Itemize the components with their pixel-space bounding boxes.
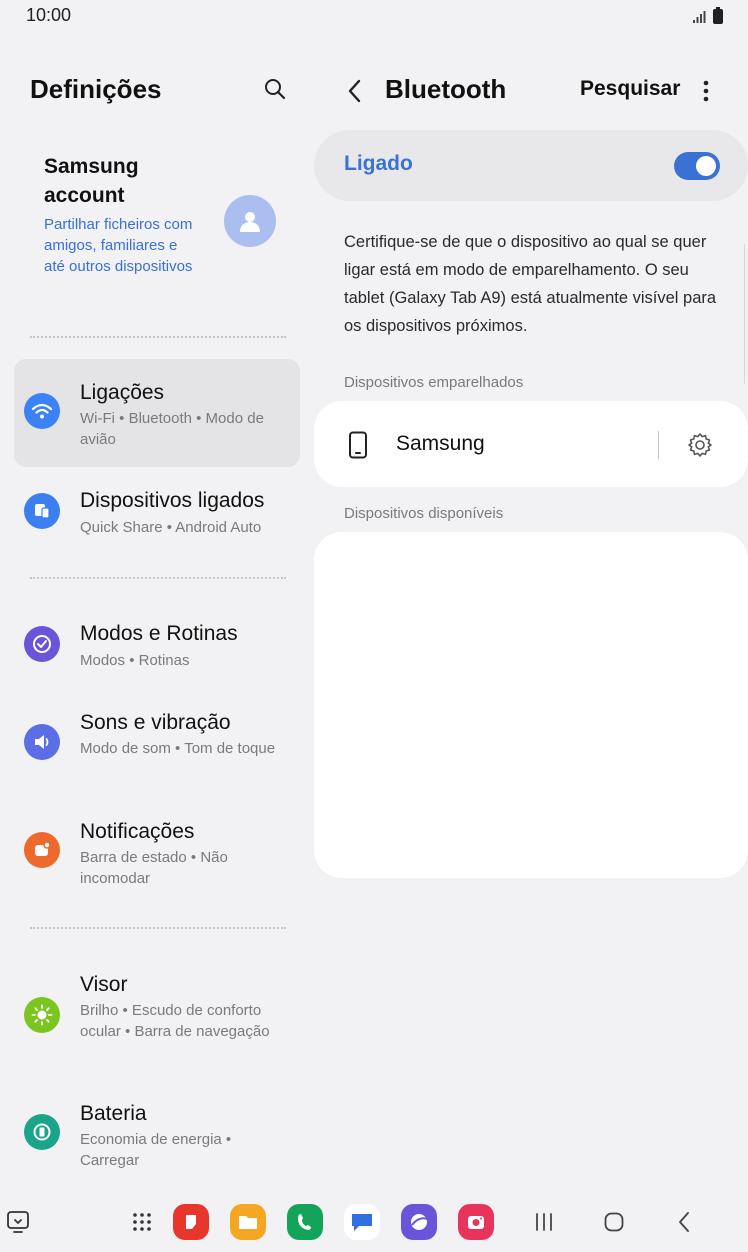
bluetooth-toggle-row[interactable]: Ligado bbox=[314, 130, 748, 201]
account-subtitle: Partilhar ficheiros com amigos, familiar… bbox=[44, 216, 193, 275]
menu-item-title: Dispositivos ligados bbox=[80, 489, 265, 512]
settings-title: Definições bbox=[30, 74, 162, 104]
camera-app-icon[interactable] bbox=[458, 1204, 494, 1240]
back-button[interactable] bbox=[340, 76, 368, 106]
toggle-label: Ligado bbox=[344, 152, 413, 175]
more-options-button[interactable] bbox=[694, 76, 718, 106]
gear-icon bbox=[688, 433, 712, 457]
internet-app-icon[interactable] bbox=[401, 1204, 437, 1240]
notification-icon bbox=[24, 832, 60, 868]
menu-item-bateria[interactable]: Bateria Economia de energia • Carregar bbox=[14, 1090, 300, 1180]
phone-icon bbox=[348, 431, 368, 464]
samsung-account[interactable]: Samsung account Partilhar ficheiros com … bbox=[44, 152, 294, 302]
search-devices-button[interactable]: Pesquisar bbox=[580, 77, 680, 101]
divider bbox=[30, 577, 286, 579]
menu-item-subtitle: Barra de estado • Não incomodar bbox=[80, 849, 228, 887]
check-circle-icon bbox=[24, 626, 60, 662]
menu-item-title: Visor bbox=[80, 973, 128, 996]
bluetooth-switch[interactable] bbox=[674, 152, 720, 180]
menu-item-subtitle: Modos • Rotinas bbox=[80, 652, 190, 669]
menu-item-title: Bateria bbox=[80, 1102, 147, 1125]
messages-app-icon[interactable] bbox=[344, 1204, 380, 1240]
recent-apps-panel-button[interactable] bbox=[0, 1204, 36, 1240]
taskbar bbox=[0, 1196, 748, 1252]
recents-nav-button[interactable] bbox=[526, 1204, 562, 1240]
device-row[interactable]: Samsung bbox=[314, 401, 748, 487]
menu-item-notificacoes[interactable]: Notificações Barra de estado • Não incom… bbox=[14, 808, 300, 908]
battery-icon bbox=[24, 1114, 60, 1150]
apps-grid-icon bbox=[133, 1213, 151, 1231]
person-icon bbox=[240, 212, 260, 232]
status-icons bbox=[692, 7, 724, 24]
paired-devices-label: Dispositivos emparelhados bbox=[344, 374, 524, 391]
available-devices-card bbox=[314, 532, 748, 878]
menu-item-subtitle: Wi-Fi • Bluetooth • Modo de avião bbox=[80, 410, 264, 448]
menu-item-title: Sons e vibração bbox=[80, 711, 231, 734]
available-devices-label: Dispositivos disponíveis bbox=[344, 505, 504, 522]
back-nav-button[interactable] bbox=[666, 1204, 702, 1240]
speaker-icon bbox=[24, 724, 60, 760]
status-bar: 10:00 bbox=[0, 0, 748, 32]
app-drawer-button[interactable] bbox=[124, 1204, 160, 1240]
chevron-left-icon bbox=[348, 79, 361, 103]
menu-item-ligacoes[interactable]: Ligações Wi-Fi • Bluetooth • Modo de avi… bbox=[14, 359, 300, 467]
back-icon bbox=[679, 1212, 689, 1232]
taskbar-toggle-icon bbox=[7, 1211, 29, 1233]
menu-item-sons-vibracao[interactable]: Sons e vibração Modo de som • Tom de toq… bbox=[14, 700, 300, 800]
bluetooth-description: Certifique-se de que o dispositivo ao qu… bbox=[344, 233, 717, 335]
divider bbox=[30, 927, 286, 929]
search-icon bbox=[265, 79, 286, 100]
paired-devices-card: Samsung bbox=[314, 401, 748, 487]
menu-item-title: Ligações bbox=[80, 381, 165, 404]
phone-app-icon[interactable] bbox=[287, 1204, 323, 1240]
avatar bbox=[224, 195, 276, 247]
menu-item-modos-rotinas[interactable]: Modos e Rotinas Modos • Rotinas bbox=[14, 612, 300, 692]
menu-item-dispositivos-ligados[interactable]: Dispositivos ligados Quick Share • Andro… bbox=[14, 480, 300, 560]
account-title: Samsung account bbox=[44, 155, 139, 207]
menu-item-subtitle: Modo de som • Tom de toque bbox=[80, 740, 276, 757]
menu-item-subtitle: Brilho • Escudo de conforto ocular • Bar… bbox=[80, 1002, 270, 1040]
my-files-app-icon[interactable] bbox=[230, 1204, 266, 1240]
devices-icon bbox=[24, 493, 60, 529]
scrollbar[interactable] bbox=[744, 244, 748, 384]
device-settings-button[interactable] bbox=[686, 431, 714, 459]
menu-item-subtitle: Economia de energia • Carregar bbox=[80, 1131, 232, 1169]
sun-icon bbox=[24, 997, 60, 1033]
page-title: Bluetooth bbox=[385, 74, 507, 104]
recents-icon bbox=[536, 1213, 552, 1231]
home-nav-button[interactable] bbox=[596, 1204, 632, 1240]
device-name: Samsung bbox=[396, 432, 485, 455]
menu-item-title: Notificações bbox=[80, 820, 195, 843]
menu-item-subtitle: Quick Share • Android Auto bbox=[80, 519, 262, 536]
wifi-icon bbox=[24, 393, 60, 429]
menu-item-visor[interactable]: Visor Brilho • Escudo de conforto ocular… bbox=[14, 962, 300, 1080]
status-time: 10:00 bbox=[26, 5, 72, 25]
menu-item-title: Modos e Rotinas bbox=[80, 622, 238, 645]
samsung-notes-app-icon[interactable] bbox=[173, 1204, 209, 1240]
signal-icon bbox=[693, 11, 706, 23]
search-button[interactable] bbox=[260, 74, 290, 104]
battery-status-icon bbox=[713, 7, 723, 24]
divider bbox=[30, 336, 286, 338]
more-vert-icon bbox=[703, 80, 709, 102]
home-icon bbox=[604, 1212, 624, 1232]
divider bbox=[658, 431, 659, 459]
